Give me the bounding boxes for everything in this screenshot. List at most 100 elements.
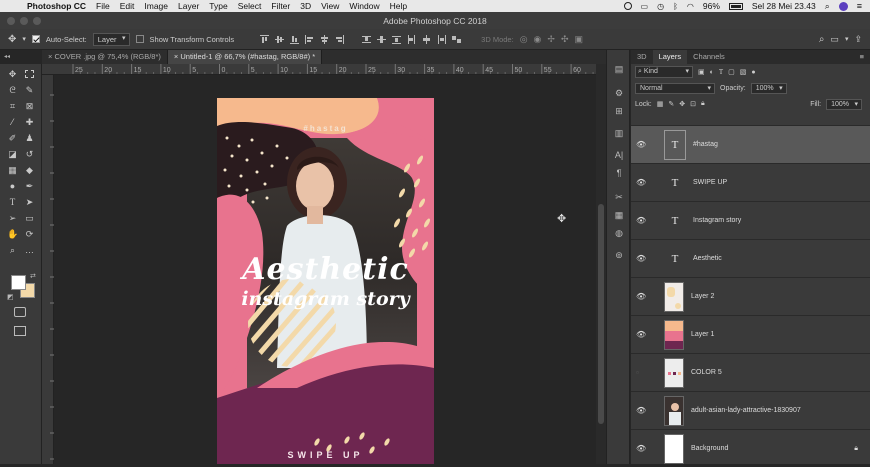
- visibility-eye-icon[interactable]: 👁︎: [636, 140, 646, 149]
- menu-3d[interactable]: 3D: [295, 1, 316, 11]
- distribute-right-icon[interactable]: [437, 34, 447, 44]
- layer-row-background[interactable]: 👁︎ Background 🔒︎: [631, 429, 870, 467]
- default-colors-icon[interactable]: ◩: [7, 293, 14, 301]
- visibility-eye-icon[interactable]: 👁︎: [636, 216, 646, 225]
- window-close-button[interactable]: [7, 17, 15, 25]
- lock-all-icon[interactable]: 🔒︎: [701, 100, 705, 108]
- filter-smart-object-icon[interactable]: ▧: [740, 68, 747, 76]
- screen-mode-icon[interactable]: [14, 326, 26, 336]
- layer-row-layer-2[interactable]: 👁︎ Layer 2: [631, 277, 870, 315]
- tab-channels[interactable]: Channels: [687, 50, 731, 64]
- tab-3d[interactable]: 3D: [631, 50, 653, 64]
- window-minimize-button[interactable]: [20, 17, 28, 25]
- filter-toggle-icon[interactable]: ●: [751, 69, 755, 76]
- zoom-tool-icon[interactable]: ⌕: [7, 245, 18, 256]
- layer-row-instagram-story[interactable]: 👁︎ T Instagram story: [631, 201, 870, 239]
- battery-icon[interactable]: [728, 2, 743, 10]
- rotate-view-tool-icon[interactable]: ⟳: [24, 229, 35, 240]
- filter-pixel-icon[interactable]: ▣: [698, 68, 705, 76]
- libraries-panel-icon[interactable]: ▥: [613, 128, 625, 140]
- opacity-input[interactable]: 100%: [750, 82, 787, 94]
- layer-row-color-5[interactable]: ▫ COLOR 5: [631, 353, 870, 391]
- blend-mode-dropdown[interactable]: Normal: [635, 82, 715, 94]
- headline-aesthetic[interactable]: Aesthetic: [217, 252, 434, 287]
- direct-selection-tool-icon[interactable]: ➢: [7, 213, 18, 224]
- layer-row-layer-1[interactable]: 👁︎ Layer 1: [631, 315, 870, 353]
- search-icon[interactable]: ⌕: [819, 34, 825, 45]
- visibility-hidden-icon[interactable]: ▫: [636, 368, 646, 377]
- menu-file[interactable]: File: [91, 1, 115, 11]
- layer-name[interactable]: Aesthetic: [693, 255, 722, 262]
- fill-input[interactable]: 100%: [826, 98, 862, 110]
- path-selection-tool-icon[interactable]: ➤: [24, 197, 35, 208]
- align-top-icon[interactable]: [260, 34, 270, 44]
- 3d-panel-icon[interactable]: ◍: [613, 228, 625, 240]
- share-icon[interactable]: ⇪: [854, 34, 862, 45]
- menu-help[interactable]: Help: [385, 1, 412, 11]
- tab-cover[interactable]: × COVER .jpg @ 75,4% (RGB/8*): [42, 50, 168, 64]
- marquee-tool-icon[interactable]: [24, 69, 35, 80]
- blur-tool-icon[interactable]: ◆: [24, 165, 35, 176]
- character-panel-icon[interactable]: A|: [613, 150, 625, 162]
- filter-type-icon[interactable]: T: [719, 68, 723, 76]
- layer-name[interactable]: Layer 1: [691, 331, 714, 338]
- brush-tool-icon[interactable]: ✐: [7, 133, 18, 144]
- layer-name[interactable]: SWIPE UP: [693, 179, 727, 186]
- layer-row-hastag[interactable]: 👁︎ T #hastag: [631, 125, 870, 163]
- visibility-eye-icon[interactable]: 👁︎: [636, 254, 646, 263]
- vertical-scrollbar[interactable]: [596, 64, 606, 464]
- clone-stamp-tool-icon[interactable]: ♟: [24, 133, 35, 144]
- collapse-toolbar-icon[interactable]: ◂◂: [4, 53, 10, 60]
- layer-name[interactable]: #hastag: [693, 141, 718, 148]
- move-tool-icon[interactable]: ✥: [8, 34, 16, 45]
- lock-artboard-icon[interactable]: ⊡: [690, 100, 696, 108]
- type-tool-icon[interactable]: T: [7, 197, 18, 208]
- auto-select-checkbox[interactable]: [31, 35, 40, 43]
- tab-layers[interactable]: Layers: [652, 50, 688, 64]
- menu-window[interactable]: Window: [344, 1, 384, 11]
- history-brush-tool-icon[interactable]: ↺: [24, 149, 35, 160]
- 3d-orbit-icon[interactable]: ◎: [520, 34, 528, 45]
- auto-align-layers-icon[interactable]: [452, 35, 462, 44]
- distribute-left-icon[interactable]: [407, 34, 416, 44]
- foreground-color-swatch[interactable]: [11, 275, 26, 290]
- healing-brush-tool-icon[interactable]: ✚: [24, 117, 35, 128]
- spotlight-search-icon[interactable]: ⌕: [825, 1, 830, 12]
- wifi-icon[interactable]: ◠: [687, 2, 694, 11]
- eyedropper-tool-icon[interactable]: ⁄: [7, 117, 18, 128]
- window-zoom-button[interactable]: [33, 17, 41, 25]
- tool-presets-panel-icon[interactable]: ✂: [613, 192, 625, 204]
- menu-layer[interactable]: Layer: [173, 1, 204, 11]
- bluetooth-icon[interactable]: ᛒ: [673, 2, 678, 11]
- align-bottom-icon[interactable]: [290, 35, 300, 44]
- brushes-panel-icon[interactable]: ▦: [613, 210, 625, 222]
- frame-tool-icon[interactable]: ⊠: [24, 101, 35, 112]
- layer-row-aesthetic[interactable]: 👁︎ T Aesthetic: [631, 239, 870, 277]
- tab-untitled-1[interactable]: × Untitled-1 @ 66,7% (#hastag, RGB/8#) *: [167, 50, 323, 64]
- lock-image-icon[interactable]: ✎: [668, 100, 674, 108]
- lock-position-icon[interactable]: ✥: [679, 100, 685, 108]
- paths-panel-icon[interactable]: ⊚: [613, 250, 625, 262]
- align-vertical-center-icon[interactable]: [275, 35, 285, 44]
- headline-instagram-story[interactable]: instagram story: [217, 288, 434, 310]
- siri-icon[interactable]: [838, 1, 848, 11]
- menu-filter[interactable]: Filter: [266, 1, 295, 11]
- lock-transparent-icon[interactable]: ▦: [657, 100, 664, 108]
- adjustments-panel-icon[interactable]: ⚙: [613, 88, 625, 100]
- align-horizontal-center-icon[interactable]: [320, 34, 329, 44]
- menu-app-name[interactable]: Photoshop CC: [22, 1, 91, 11]
- document-canvas[interactable]: #hastag Aesthetic instagram story SWIPE …: [217, 98, 434, 464]
- workspace-icon[interactable]: ▭: [830, 34, 839, 45]
- dodge-tool-icon[interactable]: ●: [7, 181, 18, 192]
- show-transform-controls-checkbox[interactable]: [135, 35, 144, 43]
- menu-view[interactable]: View: [316, 1, 344, 11]
- layer-row-swipe-up[interactable]: 👁︎ T SWIPE UP: [631, 163, 870, 201]
- layer-name[interactable]: COLOR 5: [691, 369, 722, 376]
- paragraph-panel-icon[interactable]: ¶: [613, 168, 625, 180]
- distribute-horizontal-center-icon[interactable]: [422, 34, 431, 44]
- cast-icon[interactable]: ▭: [641, 2, 649, 11]
- scrollbar-thumb[interactable]: [598, 204, 604, 424]
- crop-tool-icon[interactable]: ⌗: [7, 101, 18, 112]
- 3d-scale-icon[interactable]: ▣: [575, 34, 584, 45]
- pen-tool-icon[interactable]: ✒: [24, 181, 35, 192]
